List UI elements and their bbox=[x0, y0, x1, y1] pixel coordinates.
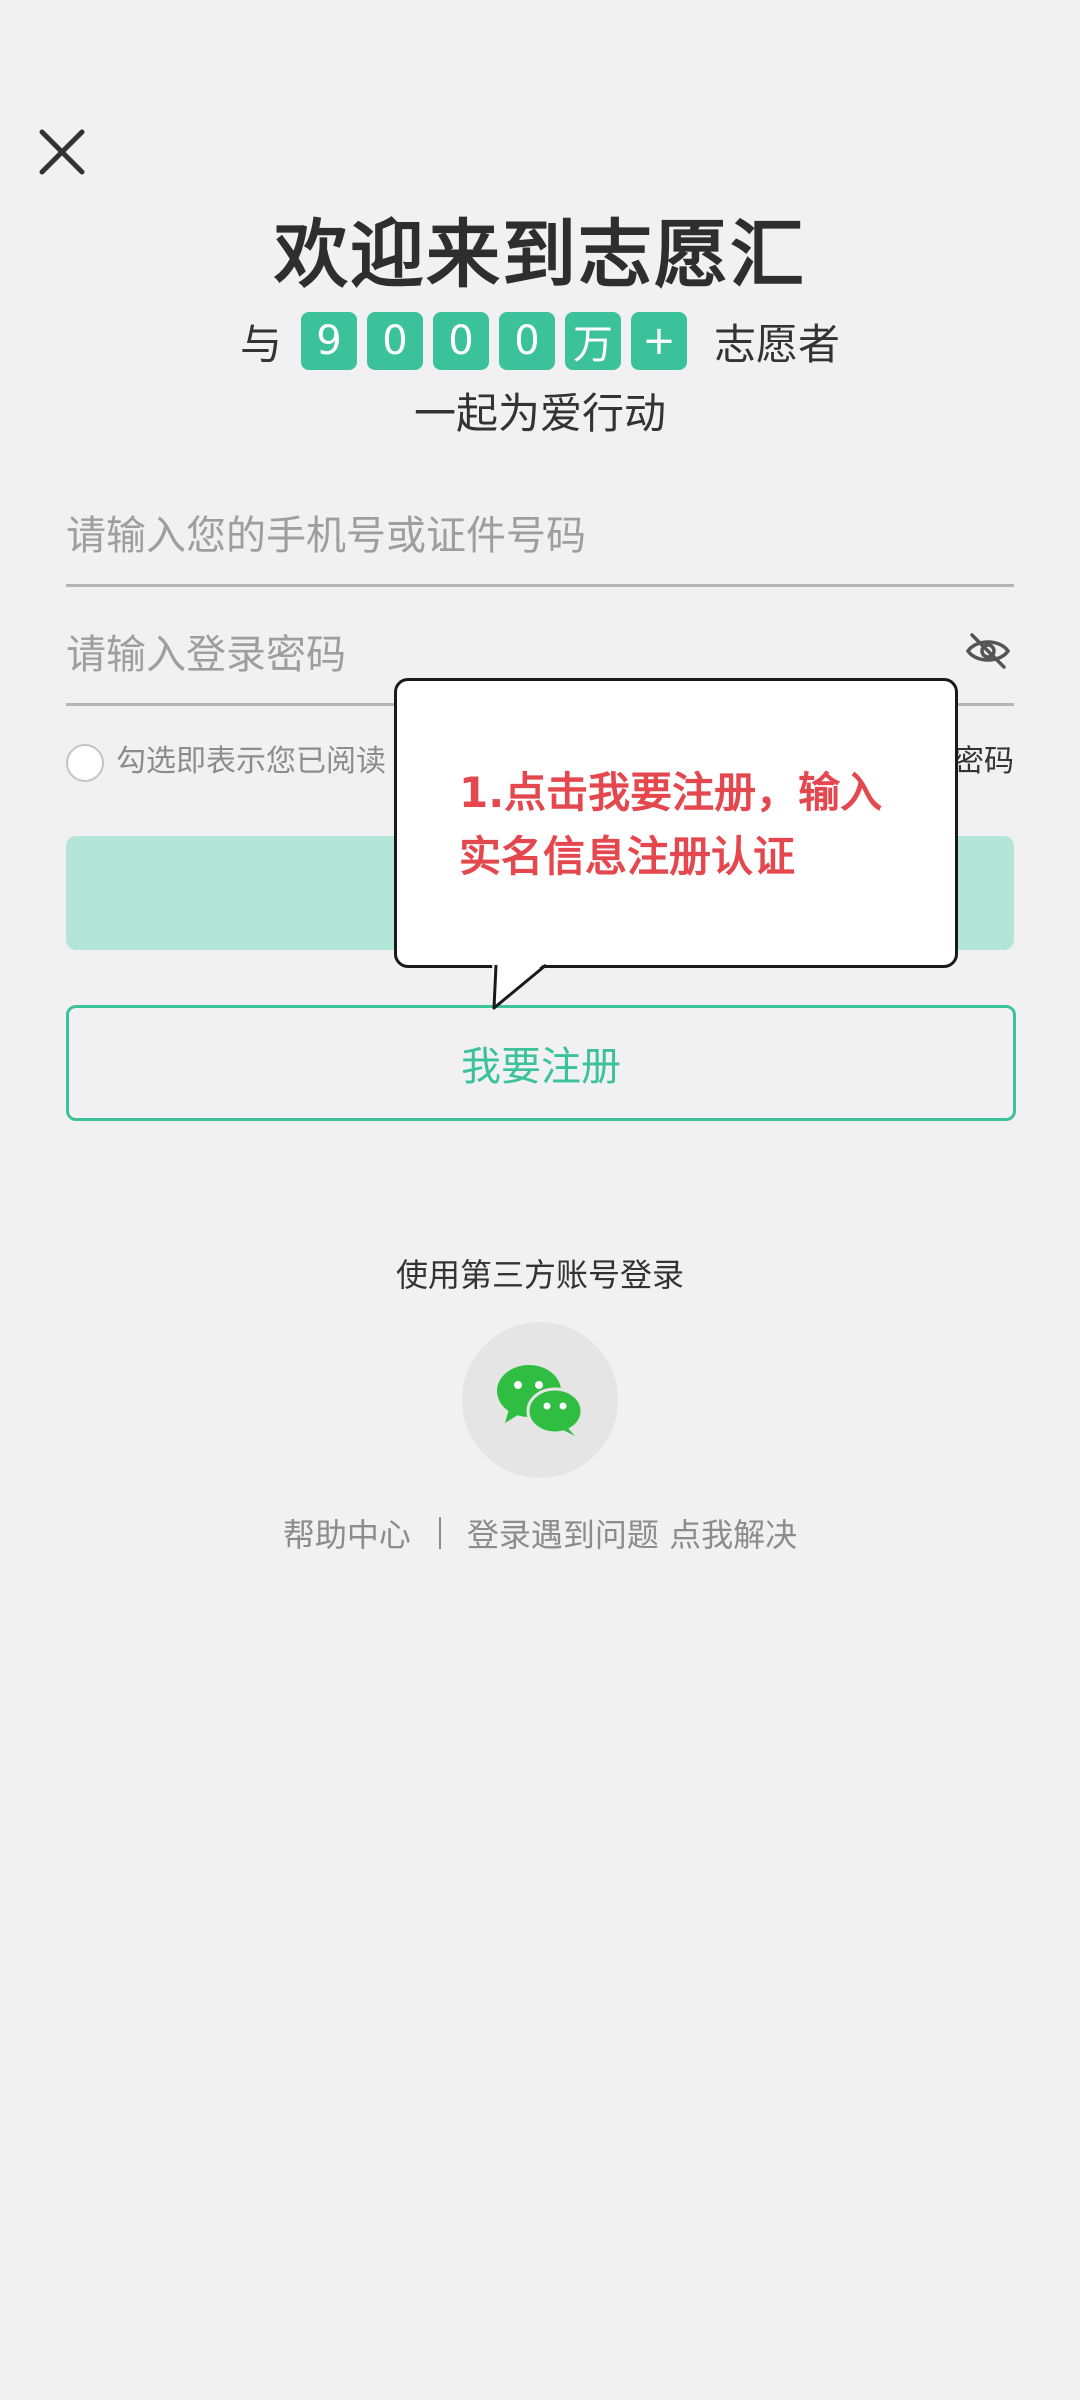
login-problem-link[interactable]: 登录遇到问题 点我解决 bbox=[467, 1510, 797, 1556]
counter-digit: 0 bbox=[499, 312, 555, 370]
wechat-icon bbox=[497, 1365, 584, 1436]
counter-digit: 0 bbox=[367, 312, 423, 370]
counter-unit: 万 bbox=[565, 312, 621, 370]
close-icon bbox=[39, 129, 85, 175]
phone-input[interactable] bbox=[66, 504, 946, 568]
help-center-link[interactable]: 帮助中心 bbox=[283, 1510, 411, 1556]
page-title: 欢迎来到志愿汇 bbox=[274, 212, 806, 298]
tagline: 一起为爱行动 bbox=[413, 389, 666, 438]
toggle-password-visibility-button[interactable] bbox=[962, 625, 1014, 677]
counter-plus: + bbox=[631, 312, 687, 370]
subtitle-suffix: 志愿者 bbox=[714, 319, 841, 369]
forgot-password-link[interactable]: 密码 bbox=[954, 742, 1014, 782]
agreement-text: 勾选即表示您已阅读 bbox=[116, 744, 386, 779]
callout-pointer bbox=[492, 962, 547, 1010]
help-links-row: 帮助中心 登录遇到问题 点我解决 bbox=[0, 1508, 1080, 1558]
divider bbox=[438, 1517, 441, 1549]
subtitle-prefix: 与 bbox=[239, 319, 282, 369]
third-party-login-title: 使用第三方账号登录 bbox=[395, 1256, 684, 1294]
eye-hidden-icon bbox=[965, 633, 1011, 669]
wechat-login-button[interactable] bbox=[462, 1322, 618, 1478]
register-button[interactable]: 我要注册 bbox=[66, 1005, 1016, 1121]
agreement-checkbox[interactable] bbox=[66, 744, 104, 782]
volunteer-count-row: 与 9 0 0 0 万 + 志愿者 bbox=[0, 312, 1080, 370]
phone-field-row bbox=[66, 484, 1014, 587]
counter-digit: 9 bbox=[301, 312, 357, 370]
counter-digit: 0 bbox=[433, 312, 489, 370]
close-button[interactable] bbox=[34, 124, 90, 180]
instruction-callout: 1.点击我要注册，输入 实名信息注册认证 bbox=[394, 678, 958, 968]
callout-text: 1.点击我要注册，输入 实名信息注册认证 bbox=[459, 768, 883, 881]
